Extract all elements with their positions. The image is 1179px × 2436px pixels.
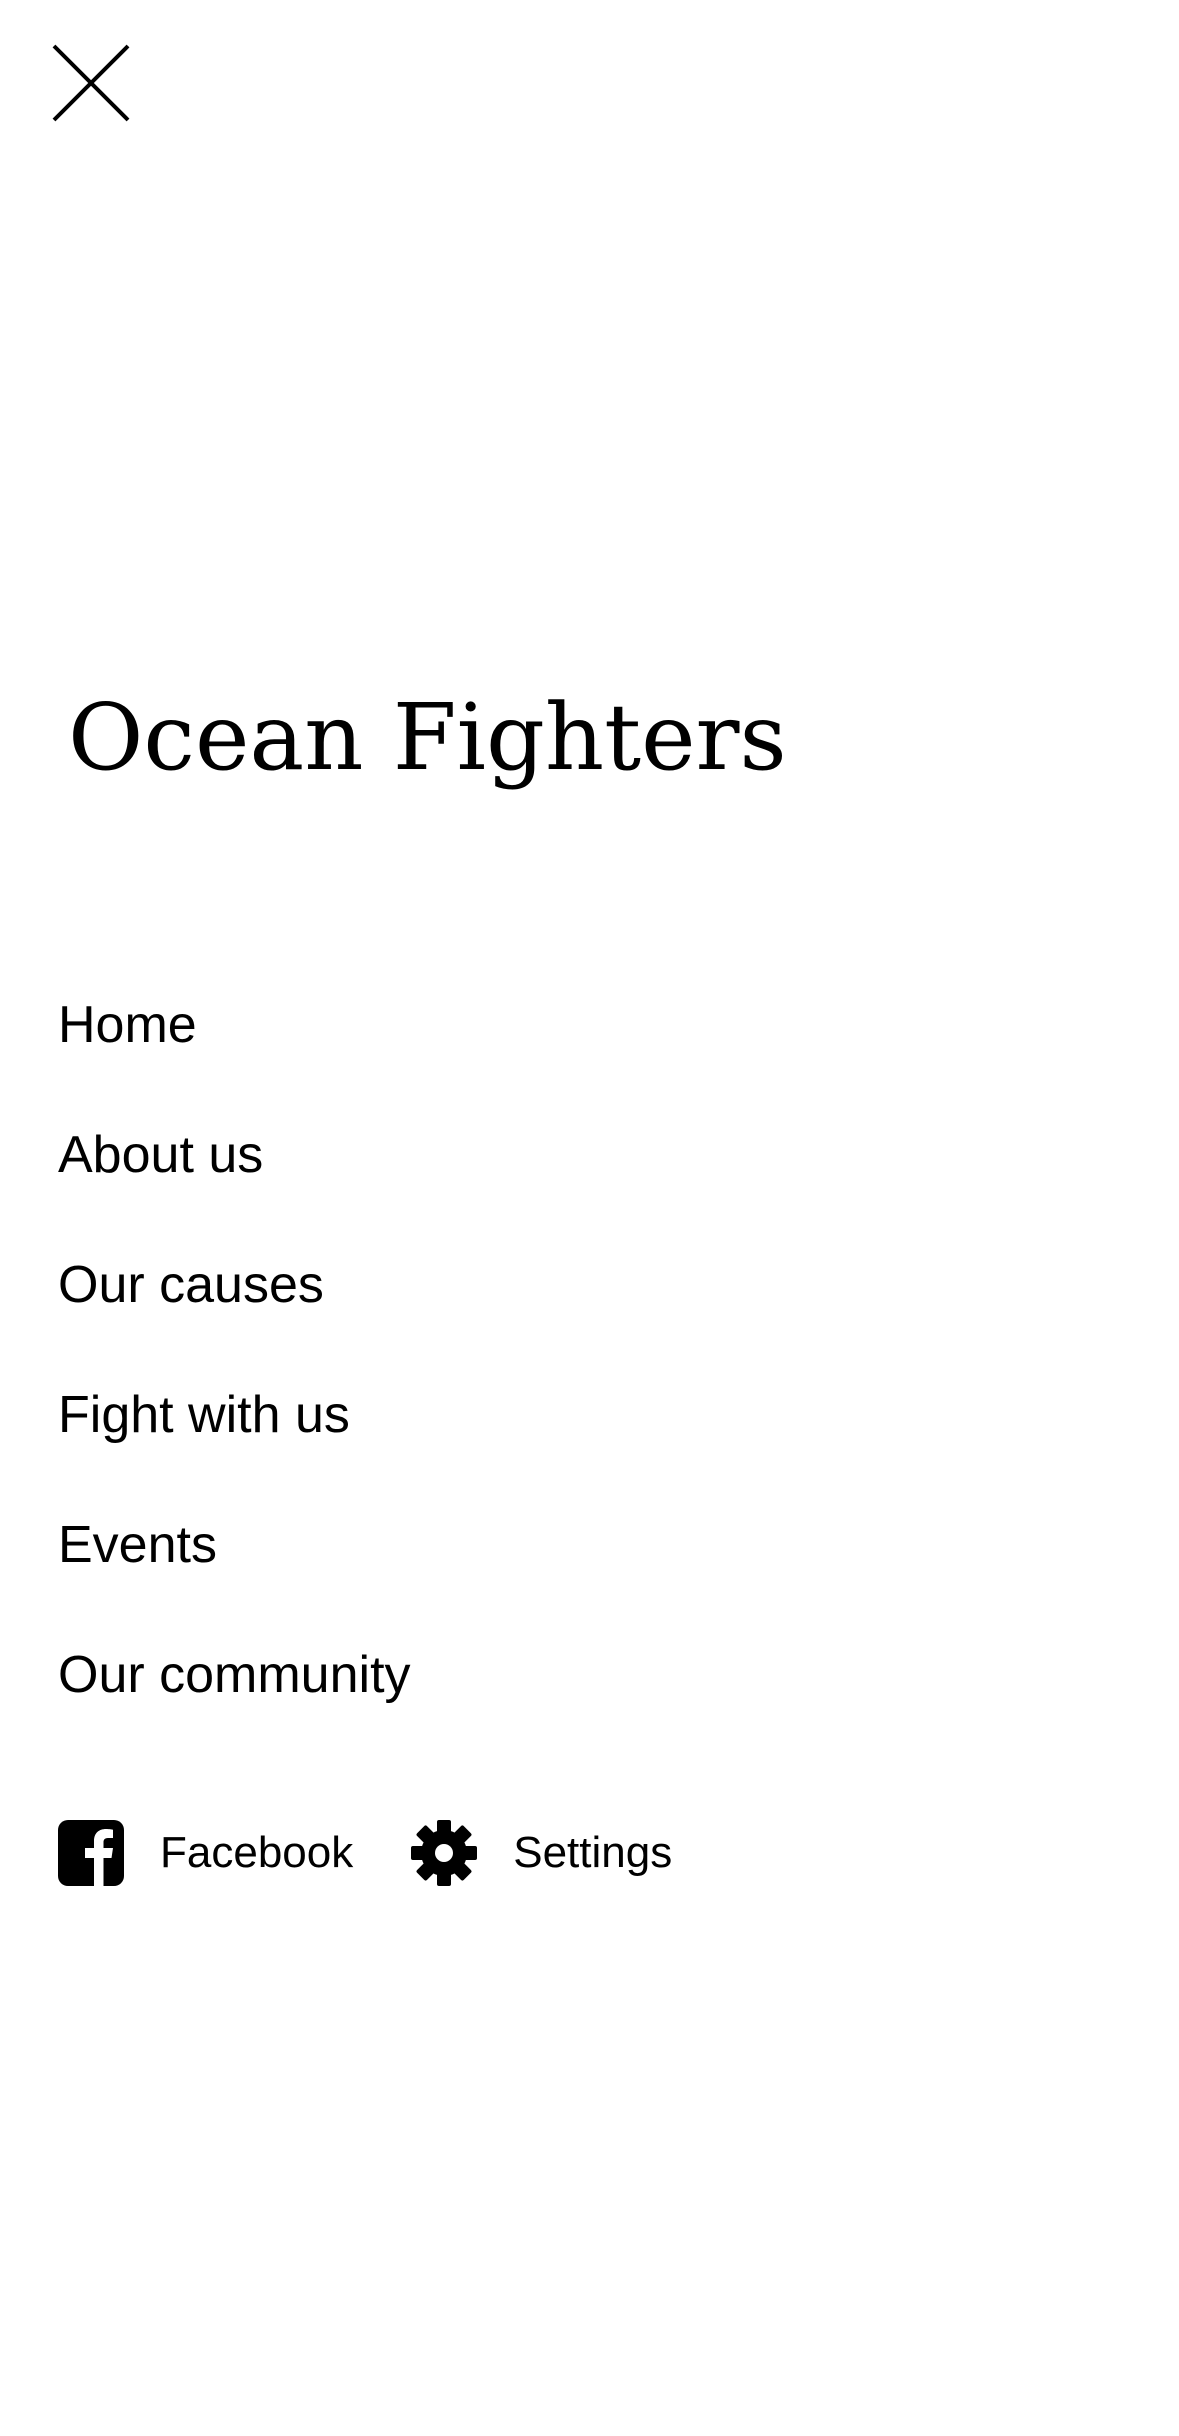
menu-item-our-community: Our community [58, 1610, 411, 1740]
close-icon [48, 40, 134, 126]
menu-item-about-us: About us [58, 1090, 411, 1220]
menu-link-our-causes[interactable]: Our causes [58, 1255, 324, 1315]
menu-link-about-us[interactable]: About us [58, 1125, 263, 1185]
facebook-icon [58, 1820, 124, 1886]
facebook-label: Facebook [160, 1828, 354, 1877]
menu-link-fight-with-us[interactable]: Fight with us [58, 1385, 350, 1445]
menu-item-our-causes: Our causes [58, 1220, 411, 1350]
menu-item-events: Events [58, 1480, 411, 1610]
menu-link-our-community[interactable]: Our community [58, 1645, 411, 1705]
facebook-link[interactable]: Facebook [58, 1820, 353, 1886]
main-menu: Home About us Our causes Fight with us E… [58, 960, 411, 1740]
settings-link[interactable]: Settings [411, 1820, 672, 1886]
menu-item-home: Home [58, 960, 411, 1090]
site-title: Ocean Fighters [68, 684, 787, 791]
footer-links: Facebook Settings [58, 1818, 672, 1888]
menu-item-fight-with-us: Fight with us [58, 1350, 411, 1480]
settings-label: Settings [513, 1828, 673, 1877]
gear-icon [411, 1820, 478, 1886]
close-button[interactable] [48, 40, 134, 126]
menu-link-events[interactable]: Events [58, 1515, 217, 1575]
menu-link-home[interactable]: Home [58, 995, 197, 1055]
